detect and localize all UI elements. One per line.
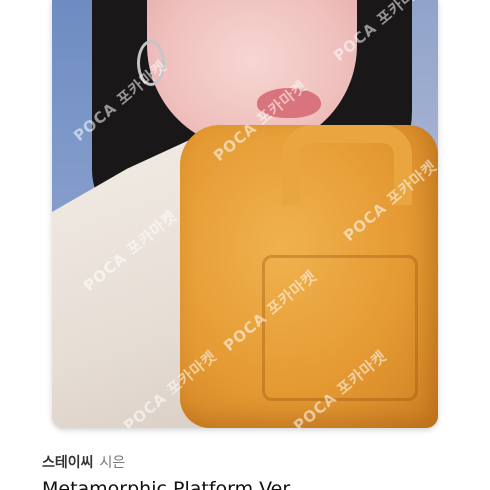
artist-member-line: 스테이씨 시은 — [42, 452, 125, 472]
photocard-image[interactable]: POCA 포카마켓 POCA 포카마켓 POCA 포카마켓 POCA 포카마켓 … — [52, 0, 438, 428]
member-name[interactable]: 시은 — [100, 455, 126, 471]
artist-name[interactable]: 스테이씨 — [42, 455, 94, 471]
product-title: Metamorphic Platform Ver — [42, 478, 291, 490]
listing-page: POCA 포카마켓 POCA 포카마켓 POCA 포카마켓 POCA 포카마켓 … — [0, 0, 490, 490]
